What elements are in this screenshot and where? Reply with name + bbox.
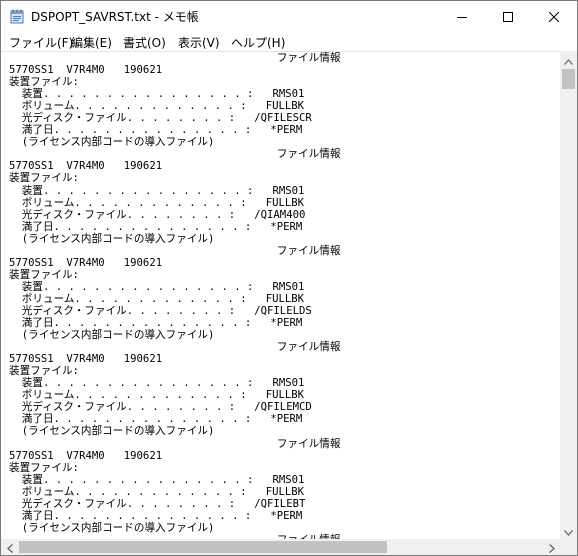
- document-line: 装置ファイル:: [9, 461, 79, 474]
- document-line: ファイル情報: [9, 148, 341, 161]
- document-line: 装置. . . . . . . . . . . . . . . . : RMS0…: [9, 377, 305, 390]
- document-line: (ライセンス内部コードの導入ファイル): [9, 425, 215, 438]
- menu-help[interactable]: ヘルプ(H): [231, 34, 285, 51]
- document-line: ボリューム. . . . . . . . . . . . . : FULLBK: [9, 485, 305, 498]
- maximize-button[interactable]: [485, 1, 531, 32]
- menu-edit[interactable]: 編集(E): [71, 34, 112, 51]
- document-line: 5770SS1 V7R4M0 190621: [9, 449, 163, 462]
- document-line: 5770SS1 V7R4M0 190621: [9, 160, 163, 173]
- document-line: 満了日. . . . . . . . . . . . . . . : *PERM: [9, 413, 303, 426]
- chevron-down-icon: [564, 521, 573, 540]
- horizontal-scrollbar[interactable]: [1, 539, 560, 555]
- notepad-window: DSPOPT_SAVRST.txt - メモ帳 ファイル(F) 編集(E) 書式…: [0, 0, 578, 556]
- document-line: 装置. . . . . . . . . . . . . . . . : RMS0…: [9, 184, 305, 197]
- scrollbar-corner: [560, 539, 577, 555]
- document-line: 5770SS1 V7R4M0 190621: [9, 256, 163, 269]
- title-bar[interactable]: DSPOPT_SAVRST.txt - メモ帳: [1, 1, 577, 32]
- window-title: DSPOPT_SAVRST.txt - メモ帳: [31, 10, 199, 24]
- text-editor[interactable]: ファイル情報 5770SS1 V7R4M0 190621 装置ファイル: 装置.…: [1, 51, 560, 540]
- document-line: ファイル情報: [9, 52, 341, 64]
- document-line: 装置. . . . . . . . . . . . . . . . : RMS0…: [9, 88, 305, 101]
- document-line: ボリューム. . . . . . . . . . . . . : FULLBK: [9, 292, 305, 305]
- document-line: 装置ファイル:: [9, 268, 79, 281]
- maximize-icon: [503, 11, 513, 22]
- document-line: ボリューム. . . . . . . . . . . . . : FULLBK: [9, 100, 305, 113]
- menu-view[interactable]: 表示(V): [178, 34, 220, 51]
- document-line: (ライセンス内部コードの導入ファイル): [9, 521, 215, 534]
- document-line: 満了日. . . . . . . . . . . . . . . : *PERM: [9, 317, 303, 330]
- document-line: 満了日. . . . . . . . . . . . . . . : *PERM: [9, 509, 303, 522]
- menu-file[interactable]: ファイル(F): [9, 34, 73, 51]
- document-line: (ライセンス内部コードの導入ファイル): [9, 232, 215, 245]
- document-line: ファイル情報: [9, 437, 341, 450]
- document-line: 光ディスク・ファイル. . . . . . . . : /QIAM400: [9, 208, 306, 221]
- close-icon: [549, 11, 559, 22]
- scroll-right-button[interactable]: [543, 539, 560, 555]
- document-line: 装置ファイル:: [9, 76, 79, 89]
- document-line: 光ディスク・ファイル. . . . . . . . : /QFILEMCD: [9, 401, 312, 414]
- chevron-right-icon: [548, 538, 555, 556]
- document-line: 装置ファイル:: [9, 172, 79, 185]
- document-line: ファイル情報: [9, 341, 341, 354]
- document-line: (ライセンス内部コードの導入ファイル): [9, 329, 215, 342]
- document-line: ボリューム. . . . . . . . . . . . . : FULLBK: [9, 389, 305, 402]
- document-line: 5770SS1 V7R4M0 190621: [9, 353, 163, 366]
- scroll-down-button[interactable]: [560, 522, 577, 539]
- horizontal-scroll-thumb[interactable]: [19, 541, 387, 553]
- document-line: 満了日. . . . . . . . . . . . . . . : *PERM: [9, 124, 303, 137]
- minimize-icon: [457, 12, 467, 22]
- document-text[interactable]: ファイル情報 5770SS1 V7R4M0 190621 装置ファイル: 装置.…: [9, 52, 340, 540]
- document-line: 装置. . . . . . . . . . . . . . . . : RMS0…: [9, 473, 305, 486]
- document-line: ボリューム. . . . . . . . . . . . . : FULLBK: [9, 196, 305, 209]
- scroll-left-button[interactable]: [1, 539, 18, 555]
- menu-bar: ファイル(F) 編集(E) 書式(O) 表示(V) ヘルプ(H): [1, 32, 577, 51]
- document-line: 光ディスク・ファイル. . . . . . . . : /QFILESCR: [9, 112, 312, 125]
- document-line: 満了日. . . . . . . . . . . . . . . : *PERM: [9, 220, 303, 233]
- document-line: 5770SS1 V7R4M0 190621: [9, 64, 163, 77]
- document-line: 光ディスク・ファイル. . . . . . . . : /QFILEBT: [9, 497, 306, 510]
- vertical-scrollbar[interactable]: [560, 51, 577, 539]
- document-line: (ライセンス内部コードの導入ファイル): [9, 136, 215, 149]
- document-line: 装置ファイル:: [9, 365, 79, 378]
- scroll-up-button[interactable]: [560, 51, 577, 68]
- document-line: 光ディスク・ファイル. . . . . . . . : /QFILELDS: [9, 304, 312, 317]
- document-line: 装置. . . . . . . . . . . . . . . . : RMS0…: [9, 280, 305, 293]
- document-line: ファイル情報: [9, 244, 341, 257]
- close-button[interactable]: [531, 1, 577, 32]
- minimize-button[interactable]: [439, 1, 485, 32]
- chevron-left-icon: [6, 538, 13, 556]
- vertical-scroll-thumb[interactable]: [562, 69, 575, 89]
- menu-format[interactable]: 書式(O): [123, 34, 166, 51]
- chevron-up-icon: [564, 50, 573, 69]
- notepad-icon[interactable]: [10, 9, 24, 24]
